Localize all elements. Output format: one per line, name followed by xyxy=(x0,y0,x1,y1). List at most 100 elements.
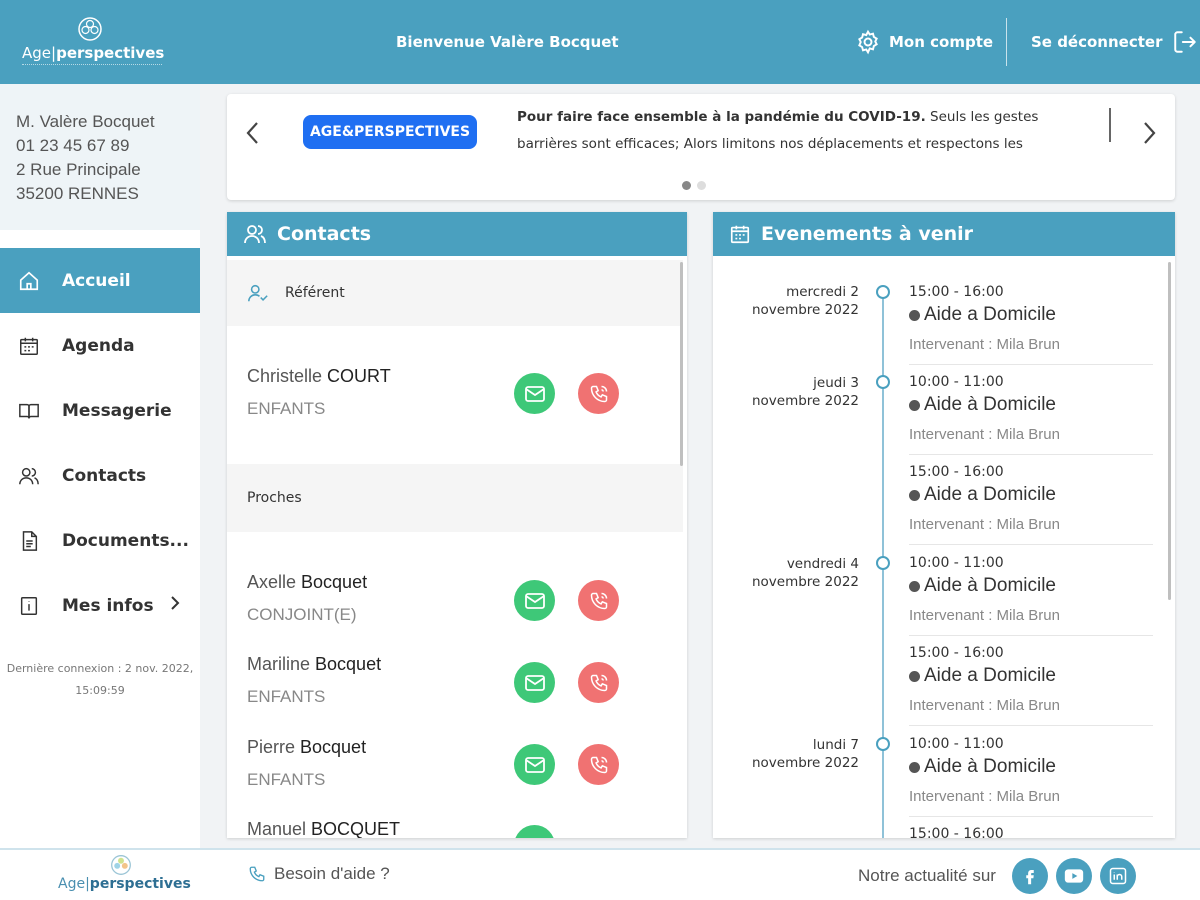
linkedin-button[interactable] xyxy=(1100,858,1136,894)
event-divider xyxy=(909,725,1153,726)
carousel-dot-2[interactable] xyxy=(697,181,706,190)
contact-name: Axelle Bocquet xyxy=(247,572,368,592)
chevron-right-icon xyxy=(168,595,182,616)
proches-label: Proches xyxy=(247,490,302,506)
facebook-icon xyxy=(1026,870,1034,885)
mail-icon xyxy=(524,674,545,691)
phone-icon xyxy=(590,592,607,609)
event-title: Aide a Domicile xyxy=(909,484,1056,506)
timeline-dot xyxy=(876,737,890,751)
logo-flower-icon xyxy=(111,855,131,875)
profile-name: M. Valère Bocquet xyxy=(16,112,155,131)
carousel-dot-1[interactable] xyxy=(682,181,691,190)
event-day-label: vendredi 4 novembre 2022 xyxy=(751,556,859,590)
phone-icon xyxy=(249,866,265,882)
sidebar-nav: Accueil Agenda Messagerie Contacts Docum… xyxy=(0,248,200,638)
logo-wordmark: Age|perspectives xyxy=(22,44,165,62)
contact-relation: ENFANTS xyxy=(247,770,326,789)
contact-name: Manuel BOCQUET xyxy=(247,819,401,838)
email-contact-button[interactable] xyxy=(514,825,555,838)
event-bullet xyxy=(909,761,920,773)
proches-section-header: Proches xyxy=(227,464,683,532)
call-contact-button[interactable] xyxy=(578,744,619,785)
mail-icon xyxy=(524,756,545,773)
sidebar-item-label: Contacts xyxy=(62,465,147,486)
event-item[interactable]: 15:00 - 16:00 Aide a Domicile Intervenan… xyxy=(909,284,1153,374)
phone-icon xyxy=(590,674,607,691)
footer-logo-wordmark: Age|perspectives xyxy=(58,876,191,892)
news-carousel: AGE&PERSPECTIVES Pour faire face ensembl… xyxy=(227,94,1175,200)
sidebar-item-accueil[interactable]: Accueil xyxy=(0,248,200,313)
contact-name: Pierre Bocquet xyxy=(247,737,367,757)
sidebar-item-label: Documents... xyxy=(62,530,189,551)
facebook-button[interactable] xyxy=(1012,858,1048,894)
sidebar-item-documents[interactable]: Documents... xyxy=(0,508,200,573)
events-title: Evenements à venir xyxy=(761,223,973,245)
call-contact-button[interactable] xyxy=(578,373,619,414)
logo-flower-icon xyxy=(78,17,102,41)
contact-relation: CONJOINT(E) xyxy=(247,605,357,624)
event-title: Aide à Domicile xyxy=(909,394,1056,416)
profile-card: M. Valère Bocquet 01 23 45 67 89 2 Rue P… xyxy=(0,84,200,230)
footer-logo[interactable]: Age|perspectives xyxy=(58,854,191,898)
youtube-icon xyxy=(1064,869,1084,883)
event-item[interactable]: 10:00 - 11:00 Aide à Domicile Intervenan… xyxy=(909,555,1153,645)
carousel-divider xyxy=(1109,108,1111,142)
event-item[interactable]: 15:00 - 16:00 xyxy=(909,826,1153,838)
chevron-right-icon[interactable] xyxy=(1137,118,1161,148)
event-item[interactable]: 10:00 - 11:00 Aide à Domicile Intervenan… xyxy=(909,374,1153,464)
email-contact-button[interactable] xyxy=(514,580,555,621)
carousel-dots xyxy=(682,181,706,190)
profile-phone: 01 23 45 67 89 xyxy=(16,136,130,155)
youtube-button[interactable] xyxy=(1056,858,1092,894)
event-bullet xyxy=(909,670,920,682)
call-contact-button[interactable] xyxy=(578,580,619,621)
sidebar-item-messagerie[interactable]: Messagerie xyxy=(0,378,200,443)
contact-item: Christelle COURT ENFANTS xyxy=(247,366,667,436)
event-day-label: mercredi 2 novembre 2022 xyxy=(751,284,859,318)
news-badge: AGE&PERSPECTIVES xyxy=(303,115,477,149)
email-contact-button[interactable] xyxy=(514,662,555,703)
app-logo[interactable]: Age|perspectives xyxy=(22,14,165,70)
event-title: Aide a Domicile xyxy=(909,665,1056,687)
logout-icon xyxy=(1174,31,1197,53)
email-contact-button[interactable] xyxy=(514,373,555,414)
phone-icon xyxy=(590,385,607,402)
timeline-dot xyxy=(876,556,890,570)
top-header: Age|perspectives Bienvenue Valère Bocque… xyxy=(0,0,1200,84)
event-title: Aide a Domicile xyxy=(909,304,1056,326)
sidebar-item-label: Accueil xyxy=(62,270,131,291)
user-check-icon xyxy=(248,284,268,302)
event-item[interactable]: 15:00 - 16:00 Aide a Domicile Intervenan… xyxy=(909,645,1153,735)
last-connection-time: 15:09:59 xyxy=(75,684,125,697)
event-divider xyxy=(909,454,1153,455)
contact-name: Christelle COURT xyxy=(247,366,391,386)
help-link[interactable]: Besoin d'aide ? xyxy=(248,864,390,884)
referent-section-header: Référent xyxy=(227,260,683,326)
chevron-left-icon[interactable] xyxy=(241,118,265,148)
event-item[interactable]: 10:00 - 11:00 Aide à Domicile Intervenan… xyxy=(909,736,1153,826)
account-button[interactable]: Mon compte xyxy=(855,28,993,56)
news-text[interactable]: Pour faire face ensemble à la pandémie d… xyxy=(517,104,1097,158)
sidebar-item-contacts[interactable]: Contacts xyxy=(0,443,200,508)
contacts-scrollbar[interactable] xyxy=(680,262,683,466)
call-contact-button[interactable] xyxy=(578,662,619,703)
event-staff: Intervenant : Mila Brun xyxy=(909,336,1060,353)
sidebar-item-label: Messagerie xyxy=(62,400,172,421)
logout-button[interactable]: Se déconnecter xyxy=(1031,28,1198,56)
event-staff: Intervenant : Mila Brun xyxy=(909,697,1060,714)
email-contact-button[interactable] xyxy=(514,744,555,785)
event-divider xyxy=(909,544,1153,545)
home-icon xyxy=(18,270,40,292)
event-divider xyxy=(909,635,1153,636)
sidebar-item-mes-infos[interactable]: Mes infos xyxy=(0,573,200,638)
info-icon xyxy=(18,595,40,617)
event-title: Aide à Domicile xyxy=(909,756,1056,778)
event-time: 15:00 - 16:00 xyxy=(909,645,1004,661)
event-title: Aide à Domicile xyxy=(909,575,1056,597)
welcome-message: Bienvenue Valère Bocquet xyxy=(396,33,619,51)
sidebar-item-agenda[interactable]: Agenda xyxy=(0,313,200,378)
event-day-label: lundi 7 novembre 2022 xyxy=(751,737,859,771)
event-item[interactable]: 15:00 - 16:00 Aide a Domicile Intervenan… xyxy=(909,464,1153,554)
events-scrollbar[interactable] xyxy=(1168,262,1171,600)
